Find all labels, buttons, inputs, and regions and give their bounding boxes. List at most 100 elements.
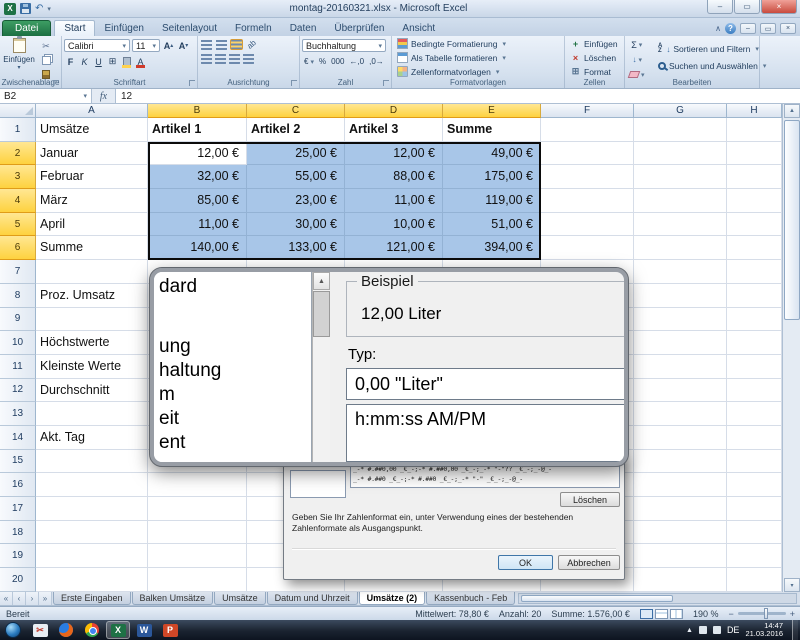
cell-G1[interactable] bbox=[634, 118, 727, 142]
format-as-table-button[interactable]: Als Tabelle formatieren ▾ bbox=[394, 51, 562, 64]
cell-C1[interactable]: Artikel 2 bbox=[247, 118, 345, 142]
cell-B17[interactable] bbox=[148, 497, 247, 521]
cell-A17[interactable] bbox=[36, 497, 148, 521]
number-dialog-launcher[interactable] bbox=[383, 80, 389, 86]
sheet-tab-kassenbuch-feb[interactable]: Kassenbuch - Feb bbox=[426, 592, 515, 605]
cell-H17[interactable] bbox=[727, 497, 782, 521]
italic-button[interactable]: K bbox=[78, 55, 91, 68]
cell-F1[interactable] bbox=[541, 118, 634, 142]
sheet-tab-datum-und-uhrzeit[interactable]: Datum und Uhrzeit bbox=[267, 592, 358, 605]
align-top-icon[interactable] bbox=[200, 39, 213, 50]
cell-styles-button[interactable]: Zellenformatvorlagen ▾ bbox=[394, 65, 562, 78]
cell-A15[interactable] bbox=[36, 450, 148, 474]
cell-B1[interactable]: Artikel 1 bbox=[148, 118, 247, 142]
ribbon-tab-einf-gen[interactable]: Einfügen bbox=[95, 21, 152, 36]
cell-H5[interactable] bbox=[727, 213, 782, 237]
language-indicator[interactable]: DE bbox=[727, 625, 740, 635]
cell-H3[interactable] bbox=[727, 165, 782, 189]
scroll-down-icon[interactable]: ▾ bbox=[784, 578, 800, 592]
delete-cells-button[interactable]: × Löschen bbox=[567, 51, 622, 64]
workbook-close-button[interactable]: × bbox=[780, 23, 796, 34]
underline-button[interactable]: U bbox=[92, 55, 105, 68]
cell-A16[interactable] bbox=[36, 473, 148, 497]
cell-H2[interactable] bbox=[727, 142, 782, 166]
ribbon-tab-start[interactable]: Start bbox=[54, 20, 95, 36]
conditional-formatting-button[interactable]: Bedingte Formatierung ▾ bbox=[394, 37, 562, 50]
cell-F3[interactable] bbox=[541, 165, 634, 189]
cell-C2[interactable]: 25,00 € bbox=[247, 142, 345, 166]
workbook-minimize-button[interactable]: – bbox=[740, 23, 756, 34]
number-format-dropdown-icon[interactable]: ▾ bbox=[378, 42, 382, 50]
column-header-E[interactable]: E bbox=[443, 104, 541, 118]
comma-style-button[interactable]: 000 bbox=[329, 55, 346, 68]
row-header-11[interactable]: 11 bbox=[0, 355, 36, 379]
cell-A12[interactable]: Durchschnitt bbox=[36, 379, 148, 403]
cell-G17[interactable] bbox=[634, 497, 727, 521]
column-header-A[interactable]: A bbox=[36, 104, 148, 118]
column-header-B[interactable]: B bbox=[148, 104, 247, 118]
minimize-button[interactable]: – bbox=[707, 0, 733, 14]
orientation-icon[interactable]: ab bbox=[244, 37, 260, 52]
row-header-18[interactable]: 18 bbox=[0, 521, 36, 545]
align-center-icon[interactable] bbox=[214, 53, 227, 64]
sheet-tab-balken-ums-tze[interactable]: Balken Umsätze bbox=[132, 592, 214, 605]
cell-E6[interactable]: 394,00 € bbox=[443, 236, 541, 260]
fx-icon[interactable]: fx bbox=[92, 89, 116, 103]
borders-button[interactable]: ⊞ bbox=[106, 55, 119, 68]
percent-style-button[interactable]: % bbox=[317, 55, 328, 68]
alignment-dialog-launcher[interactable] bbox=[291, 80, 297, 86]
namebox-dropdown-icon[interactable]: ▾ bbox=[83, 92, 87, 100]
cell-G13[interactable] bbox=[634, 402, 727, 426]
cell-G2[interactable] bbox=[634, 142, 727, 166]
name-box[interactable]: B2 ▾ bbox=[0, 89, 92, 103]
increase-decimal-button[interactable]: ←,0 bbox=[347, 55, 366, 68]
align-right-icon[interactable] bbox=[228, 53, 241, 64]
row-header-3[interactable]: 3 bbox=[0, 165, 36, 189]
sort-filter-button[interactable]: AZ ↓ Sortieren und Filtern ▾ bbox=[655, 41, 769, 57]
start-button[interactable] bbox=[5, 622, 21, 638]
row-header-20[interactable]: 20 bbox=[0, 568, 36, 592]
cell-H15[interactable] bbox=[727, 450, 782, 474]
row-header-19[interactable]: 19 bbox=[0, 544, 36, 568]
horizontal-scrollbar[interactable] bbox=[518, 593, 797, 604]
font-name-dropdown-icon[interactable]: ▾ bbox=[122, 42, 126, 50]
find-select-button[interactable]: Suchen und Auswählen ▾ bbox=[655, 58, 769, 74]
cell-A20[interactable] bbox=[36, 568, 148, 592]
cell-E4[interactable]: 119,00 € bbox=[443, 189, 541, 213]
row-header-12[interactable]: 12 bbox=[0, 379, 36, 403]
row-header-8[interactable]: 8 bbox=[0, 284, 36, 308]
vertical-scrollbar[interactable]: ▲ ▾ bbox=[782, 104, 800, 592]
autosum-button[interactable]: Σ▾ bbox=[629, 38, 645, 51]
fill-button[interactable]: ↓▾ bbox=[629, 53, 645, 66]
fill-color-button[interactable] bbox=[120, 55, 133, 68]
cell-C5[interactable]: 30,00 € bbox=[247, 213, 345, 237]
horizontal-scroll-thumb[interactable] bbox=[521, 595, 673, 602]
cell-F2[interactable] bbox=[541, 142, 634, 166]
cell-C3[interactable]: 55,00 € bbox=[247, 165, 345, 189]
select-all-corner[interactable] bbox=[0, 104, 36, 118]
cell-H7[interactable] bbox=[727, 260, 782, 284]
font-size-select[interactable]: 11 ▾ bbox=[132, 39, 160, 52]
type-input[interactable]: 0,00 "Liter" bbox=[346, 368, 628, 400]
cell-G6[interactable] bbox=[634, 236, 727, 260]
hidden-icons-icon[interactable]: ▲ bbox=[686, 627, 693, 634]
row-header-16[interactable]: 16 bbox=[0, 473, 36, 497]
cell-G20[interactable] bbox=[634, 568, 727, 592]
cell-D3[interactable]: 88,00 € bbox=[345, 165, 443, 189]
cell-G9[interactable] bbox=[634, 308, 727, 332]
row-header-4[interactable]: 4 bbox=[0, 189, 36, 213]
cell-B16[interactable] bbox=[148, 473, 247, 497]
row-header-15[interactable]: 15 bbox=[0, 450, 36, 474]
cell-B2[interactable]: 12,00 € bbox=[148, 142, 247, 166]
insert-cells-button[interactable]: + Einfügen bbox=[567, 37, 622, 50]
word-taskbar-icon[interactable]: W bbox=[132, 621, 156, 639]
formula-input[interactable]: 12 bbox=[116, 89, 800, 103]
cell-H10[interactable] bbox=[727, 331, 782, 355]
row-header-6[interactable]: 6 bbox=[0, 236, 36, 260]
cell-E5[interactable]: 51,00 € bbox=[443, 213, 541, 237]
close-button[interactable]: × bbox=[761, 0, 797, 14]
previous-sheet-icon[interactable]: ‹ bbox=[13, 592, 26, 605]
ribbon-tab-formeln[interactable]: Formeln bbox=[226, 21, 281, 36]
cell-A8[interactable]: Proz. Umsatz bbox=[36, 284, 148, 308]
save-icon[interactable] bbox=[20, 3, 31, 14]
